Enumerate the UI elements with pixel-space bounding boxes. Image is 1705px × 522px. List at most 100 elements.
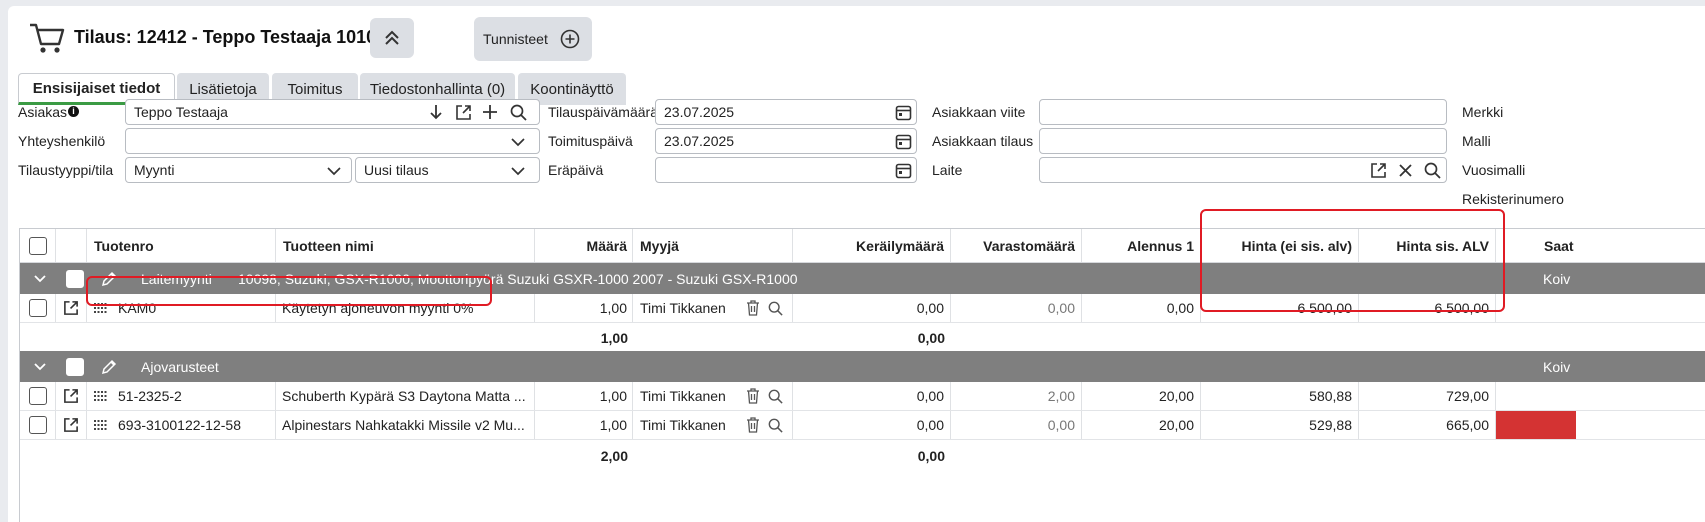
col-price-ex-vat[interactable]: Hinta (ei sis. alv) (1201, 229, 1359, 262)
search-icon[interactable] (768, 411, 793, 439)
table-row[interactable]: KAM0 Käytetyn ajoneuvon myynti 0% 1,00 T… (20, 294, 1705, 323)
search-icon[interactable] (768, 294, 793, 322)
cell-pick-qty[interactable]: 0,00 (793, 382, 951, 410)
cell-price-ex-vat[interactable]: 529,88 (1201, 411, 1359, 439)
cell-pick-qty[interactable]: 0,00 (793, 411, 951, 439)
col-quantity[interactable]: Määrä (535, 229, 633, 262)
cell-product-name[interactable]: Schuberth Kypärä S3 Daytona Matta ... (276, 382, 535, 410)
cell-price-ex-vat[interactable]: 580,88 (1201, 382, 1359, 410)
clear-icon[interactable] (1395, 160, 1415, 180)
add-icon[interactable] (480, 102, 500, 122)
customer-field[interactable]: Teppo Testaaja (125, 99, 540, 125)
cell-stock-qty: 0,00 (951, 411, 1082, 439)
cell-discount[interactable]: 0,00 (1082, 294, 1201, 322)
drag-handle-icon[interactable] (94, 382, 110, 410)
due-date-label: Eräpäivä (548, 162, 604, 178)
col-product-code[interactable]: Tuotenro (87, 229, 276, 262)
col-seller[interactable]: Myyjä (633, 229, 793, 262)
cell-product-name[interactable]: Alpinestars Nahkatakki Missile v2 Mu... (276, 411, 535, 439)
cell-price-inc-vat[interactable]: 665,00 (1359, 411, 1496, 439)
grid-header: Tuotenro Tuotteen nimi Määrä Myyjä Keräi… (20, 229, 1705, 263)
trash-icon[interactable] (746, 294, 762, 322)
search-icon[interactable] (768, 382, 793, 410)
col-product-name[interactable]: Tuotteen nimi (276, 229, 535, 262)
cell-product-name[interactable]: Käytetyn ajoneuvon myynti 0% (276, 294, 535, 322)
chevron-down-icon[interactable] (34, 263, 50, 294)
cell-seller[interactable]: Timi Tikkanen (633, 382, 743, 410)
edit-icon[interactable] (100, 351, 122, 382)
cell-seller[interactable]: Timi Tikkanen (633, 411, 743, 439)
select-all-checkbox[interactable] (28, 236, 47, 255)
arrow-down-icon[interactable] (426, 102, 446, 122)
chevron-down-icon (508, 132, 528, 152)
due-date-field[interactable] (655, 157, 917, 183)
calendar-icon[interactable] (893, 102, 913, 122)
customer-label: Asiakas i (18, 104, 80, 120)
group-checkbox[interactable] (66, 357, 84, 376)
edit-icon[interactable] (100, 263, 122, 294)
delivery-date-field[interactable]: 23.07.2025 (655, 128, 917, 154)
row-checkbox[interactable] (28, 387, 47, 405)
cell-quantity[interactable]: 1,00 (535, 294, 633, 322)
col-stock-qty[interactable]: Varastomäärä (951, 229, 1082, 262)
add-circle-icon (560, 29, 580, 49)
row-checkbox[interactable] (28, 299, 47, 317)
sum-quantity: 1,00 (600, 330, 628, 346)
drag-handle-icon[interactable] (94, 411, 110, 439)
calendar-icon[interactable] (893, 131, 913, 151)
sum-pick-qty: 0,00 (917, 447, 945, 464)
cell-price-inc-vat[interactable]: 729,00 (1359, 382, 1496, 410)
cell-price-inc-vat[interactable]: 6 500,00 (1359, 294, 1496, 322)
sum-pick-qty: 0,00 (917, 330, 945, 346)
group-name: Ajovarusteet (141, 358, 219, 375)
col-price-inc-vat[interactable]: Hinta sis. ALV (1359, 229, 1496, 262)
group-row-ajovarusteet[interactable]: Ajovarusteet Koiv (20, 351, 1705, 382)
order-type-label: Tilaustyyppi/tila (18, 162, 114, 178)
cell-discount[interactable]: 20,00 (1082, 382, 1201, 410)
calendar-icon[interactable] (893, 160, 913, 180)
chevron-down-icon (508, 161, 528, 181)
customer-order-field[interactable] (1039, 128, 1447, 154)
cart-icon (28, 20, 68, 58)
cell-quantity[interactable]: 1,00 (535, 382, 633, 410)
drag-handle-icon[interactable] (94, 294, 110, 322)
cell-seller[interactable]: Timi Tikkanen (633, 294, 743, 322)
col-saat[interactable]: Saat (1496, 229, 1576, 262)
col-pick-qty[interactable]: Keräilymäärä (793, 229, 951, 262)
open-external-icon[interactable] (1368, 160, 1388, 180)
group-checkbox[interactable] (66, 269, 84, 288)
group-row-laitemyynti[interactable]: Laitemyynti 10098, Suzuki, GSX-R1000, Mo… (20, 263, 1705, 294)
open-external-icon[interactable] (56, 294, 87, 322)
search-icon[interactable] (1422, 160, 1442, 180)
open-external-icon[interactable] (56, 382, 87, 410)
customer-order-label: Asiakkaan tilaus (932, 133, 1034, 149)
group-right-text: Koiv (1543, 270, 1571, 287)
tags-button[interactable]: Tunnisteet (474, 17, 592, 61)
cell-quantity[interactable]: 1,00 (535, 411, 633, 439)
order-type-select[interactable]: Myynti (125, 157, 352, 183)
collapse-button[interactable] (370, 18, 414, 58)
open-external-icon[interactable] (56, 411, 87, 439)
cell-product-code[interactable]: 693-3100122-12-58 (118, 411, 276, 439)
cell-product-code[interactable]: 51-2325-2 (118, 382, 276, 410)
table-row[interactable]: 693-3100122-12-58 Alpinestars Nahkatakki… (20, 411, 1705, 440)
cell-product-code[interactable]: KAM0 (118, 294, 276, 322)
open-external-icon[interactable] (453, 102, 473, 122)
device-label: Laite (932, 162, 963, 178)
chevron-down-icon[interactable] (34, 351, 50, 382)
table-row[interactable]: 51-2325-2 Schuberth Kypärä S3 Daytona Ma… (20, 382, 1705, 411)
cell-price-ex-vat[interactable]: 6 500,00 (1201, 294, 1359, 322)
contact-select[interactable] (125, 128, 540, 154)
trash-icon[interactable] (746, 411, 762, 439)
trash-icon[interactable] (746, 382, 762, 410)
customer-ref-field[interactable] (1039, 99, 1447, 125)
cell-discount[interactable]: 20,00 (1082, 411, 1201, 439)
row-checkbox[interactable] (28, 416, 47, 434)
col-discount[interactable]: Alennus 1 (1082, 229, 1201, 262)
page-title: Tilaus: 12412 - Teppo Testaaja 10102 (74, 27, 387, 47)
cell-pick-qty[interactable]: 0,00 (793, 294, 951, 322)
tags-label: Tunnisteet (483, 31, 548, 47)
order-date-field[interactable]: 23.07.2025 (655, 99, 917, 125)
search-icon[interactable] (508, 102, 528, 122)
group-sum-row: 2,00 0,00 (20, 440, 1705, 471)
